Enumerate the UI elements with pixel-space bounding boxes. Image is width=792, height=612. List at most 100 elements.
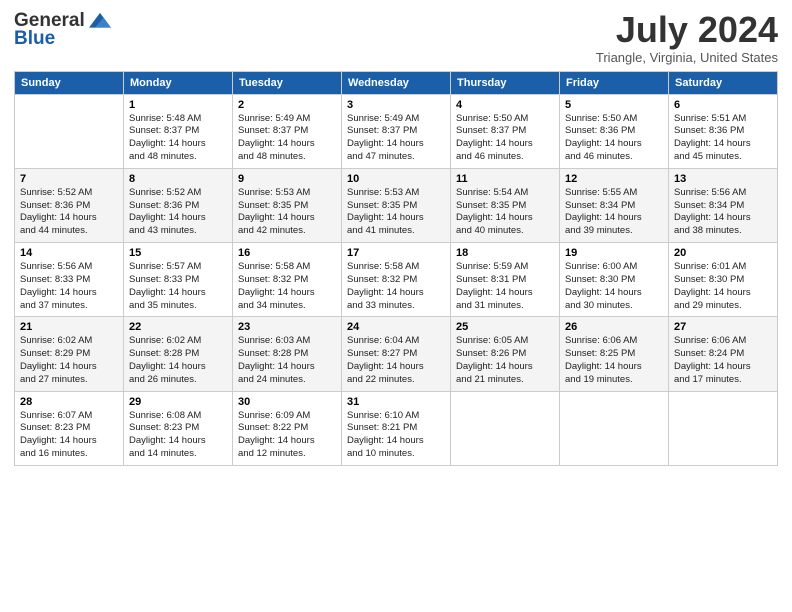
header-sunday: Sunday — [15, 71, 124, 94]
table-row: 30Sunrise: 6:09 AM Sunset: 8:22 PM Dayli… — [233, 391, 342, 465]
table-row: 6Sunrise: 5:51 AM Sunset: 8:36 PM Daylig… — [669, 94, 778, 168]
day-number: 23 — [238, 321, 336, 333]
header-friday: Friday — [560, 71, 669, 94]
calendar-week-row: 1 Sunrise: 5:48 AM Sunset: 8:37 PM Daylig… — [15, 94, 778, 168]
day-info: Sunrise: 6:05 AM Sunset: 8:26 PM Dayligh… — [456, 335, 554, 386]
day-info: Sunrise: 5:58 AM Sunset: 8:32 PM Dayligh… — [238, 261, 336, 312]
table-row: 9Sunrise: 5:53 AM Sunset: 8:35 PM Daylig… — [233, 168, 342, 242]
day-info: Sunrise: 5:51 AM Sunset: 8:36 PM Dayligh… — [674, 113, 772, 164]
day-info: Sunrise: 5:50 AM Sunset: 8:37 PM Dayligh… — [456, 113, 554, 164]
day-info: Sunrise: 5:54 AM Sunset: 8:35 PM Dayligh… — [456, 187, 554, 238]
table-row: 27 Sunrise: 6:06 AM Sunset: 8:24 PM Dayli… — [669, 317, 778, 391]
table-row: 3 Sunrise: 5:49 AM Sunset: 8:37 PM Daylig… — [342, 94, 451, 168]
day-number: 27 — [674, 321, 772, 333]
day-number: 24 — [347, 321, 445, 333]
table-row: 17 Sunrise: 5:58 AM Sunset: 8:32 PM Dayli… — [342, 243, 451, 317]
table-row: 5 Sunrise: 5:50 AM Sunset: 8:36 PM Daylig… — [560, 94, 669, 168]
table-row: 16 Sunrise: 5:58 AM Sunset: 8:32 PM Dayli… — [233, 243, 342, 317]
day-number: 12 — [565, 173, 663, 185]
header: General Blue July 2024 Triangle, Virgini… — [14, 10, 778, 65]
day-info: Sunrise: 5:50 AM Sunset: 8:36 PM Dayligh… — [565, 113, 663, 164]
day-info: Sunrise: 5:52 AM Sunset: 8:36 PM Dayligh… — [129, 187, 227, 238]
calendar-week-row: 21Sunrise: 6:02 AM Sunset: 8:29 PM Dayli… — [15, 317, 778, 391]
table-row: 2 Sunrise: 5:49 AM Sunset: 8:37 PM Daylig… — [233, 94, 342, 168]
day-number: 22 — [129, 321, 227, 333]
day-number: 14 — [20, 247, 118, 259]
day-info: Sunrise: 5:59 AM Sunset: 8:31 PM Dayligh… — [456, 261, 554, 312]
day-info: Sunrise: 5:49 AM Sunset: 8:37 PM Dayligh… — [347, 113, 445, 164]
table-row: 22Sunrise: 6:02 AM Sunset: 8:28 PM Dayli… — [124, 317, 233, 391]
day-number: 13 — [674, 173, 772, 185]
header-tuesday: Tuesday — [233, 71, 342, 94]
day-number: 15 — [129, 247, 227, 259]
calendar-week-row: 7 Sunrise: 5:52 AM Sunset: 8:36 PM Daylig… — [15, 168, 778, 242]
table-row — [560, 391, 669, 465]
day-info: Sunrise: 6:07 AM Sunset: 8:23 PM Dayligh… — [20, 410, 118, 461]
day-info: Sunrise: 6:01 AM Sunset: 8:30 PM Dayligh… — [674, 261, 772, 312]
day-info: Sunrise: 6:04 AM Sunset: 8:27 PM Dayligh… — [347, 335, 445, 386]
day-number: 1 — [129, 99, 227, 111]
table-row: 8 Sunrise: 5:52 AM Sunset: 8:36 PM Daylig… — [124, 168, 233, 242]
day-info: Sunrise: 6:02 AM Sunset: 8:29 PM Dayligh… — [20, 335, 118, 386]
day-number: 10 — [347, 173, 445, 185]
table-row: 15 Sunrise: 5:57 AM Sunset: 8:33 PM Dayli… — [124, 243, 233, 317]
day-number: 28 — [20, 396, 118, 408]
calendar-week-row: 28 Sunrise: 6:07 AM Sunset: 8:23 PM Dayli… — [15, 391, 778, 465]
day-info: Sunrise: 6:08 AM Sunset: 8:23 PM Dayligh… — [129, 410, 227, 461]
header-thursday: Thursday — [451, 71, 560, 94]
day-info: Sunrise: 6:06 AM Sunset: 8:24 PM Dayligh… — [674, 335, 772, 386]
day-info: Sunrise: 5:55 AM Sunset: 8:34 PM Dayligh… — [565, 187, 663, 238]
table-row: 28 Sunrise: 6:07 AM Sunset: 8:23 PM Dayli… — [15, 391, 124, 465]
table-row: 13Sunrise: 5:56 AM Sunset: 8:34 PM Dayli… — [669, 168, 778, 242]
day-info: Sunrise: 6:00 AM Sunset: 8:30 PM Dayligh… — [565, 261, 663, 312]
day-number: 5 — [565, 99, 663, 111]
day-info: Sunrise: 6:03 AM Sunset: 8:28 PM Dayligh… — [238, 335, 336, 386]
day-number: 11 — [456, 173, 554, 185]
day-number: 9 — [238, 173, 336, 185]
day-info: Sunrise: 5:53 AM Sunset: 8:35 PM Dayligh… — [347, 187, 445, 238]
day-info: Sunrise: 6:10 AM Sunset: 8:21 PM Dayligh… — [347, 410, 445, 461]
day-number: 26 — [565, 321, 663, 333]
header-saturday: Saturday — [669, 71, 778, 94]
table-row: 19 Sunrise: 6:00 AM Sunset: 8:30 PM Dayli… — [560, 243, 669, 317]
day-info: Sunrise: 5:58 AM Sunset: 8:32 PM Dayligh… — [347, 261, 445, 312]
logo-blue: Blue — [14, 28, 55, 50]
table-row: 29 Sunrise: 6:08 AM Sunset: 8:23 PM Dayli… — [124, 391, 233, 465]
day-info: Sunrise: 5:52 AM Sunset: 8:36 PM Dayligh… — [20, 187, 118, 238]
table-row: 21Sunrise: 6:02 AM Sunset: 8:29 PM Dayli… — [15, 317, 124, 391]
logo-icon — [89, 10, 111, 32]
calendar-week-row: 14 Sunrise: 5:56 AM Sunset: 8:33 PM Dayli… — [15, 243, 778, 317]
title-block: July 2024 Triangle, Virginia, United Sta… — [596, 10, 778, 65]
table-row: 7 Sunrise: 5:52 AM Sunset: 8:36 PM Daylig… — [15, 168, 124, 242]
table-row: 23 Sunrise: 6:03 AM Sunset: 8:28 PM Dayli… — [233, 317, 342, 391]
day-info: Sunrise: 5:57 AM Sunset: 8:33 PM Dayligh… — [129, 261, 227, 312]
day-number: 4 — [456, 99, 554, 111]
table-row: 12 Sunrise: 5:55 AM Sunset: 8:34 PM Dayli… — [560, 168, 669, 242]
day-info: Sunrise: 5:56 AM Sunset: 8:33 PM Dayligh… — [20, 261, 118, 312]
table-row: 18Sunrise: 5:59 AM Sunset: 8:31 PM Dayli… — [451, 243, 560, 317]
table-row: 24 Sunrise: 6:04 AM Sunset: 8:27 PM Dayli… — [342, 317, 451, 391]
table-row: 31 Sunrise: 6:10 AM Sunset: 8:21 PM Dayli… — [342, 391, 451, 465]
table-row — [451, 391, 560, 465]
day-number: 3 — [347, 99, 445, 111]
day-number: 31 — [347, 396, 445, 408]
table-row: 11 Sunrise: 5:54 AM Sunset: 8:35 PM Dayli… — [451, 168, 560, 242]
day-info: Sunrise: 5:49 AM Sunset: 8:37 PM Dayligh… — [238, 113, 336, 164]
calendar-header-row: Sunday Monday Tuesday Wednesday Thursday… — [15, 71, 778, 94]
header-wednesday: Wednesday — [342, 71, 451, 94]
day-number: 7 — [20, 173, 118, 185]
table-row: 20 Sunrise: 6:01 AM Sunset: 8:30 PM Dayli… — [669, 243, 778, 317]
day-number: 20 — [674, 247, 772, 259]
table-row: 25Sunrise: 6:05 AM Sunset: 8:26 PM Dayli… — [451, 317, 560, 391]
day-number: 2 — [238, 99, 336, 111]
day-number: 30 — [238, 396, 336, 408]
calendar-table: Sunday Monday Tuesday Wednesday Thursday… — [14, 71, 778, 466]
day-number: 16 — [238, 247, 336, 259]
day-info: Sunrise: 5:48 AM Sunset: 8:37 PM Dayligh… — [129, 113, 227, 164]
day-number: 8 — [129, 173, 227, 185]
location: Triangle, Virginia, United States — [596, 50, 778, 65]
day-number: 19 — [565, 247, 663, 259]
day-number: 17 — [347, 247, 445, 259]
table-row: 14 Sunrise: 5:56 AM Sunset: 8:33 PM Dayli… — [15, 243, 124, 317]
day-number: 29 — [129, 396, 227, 408]
